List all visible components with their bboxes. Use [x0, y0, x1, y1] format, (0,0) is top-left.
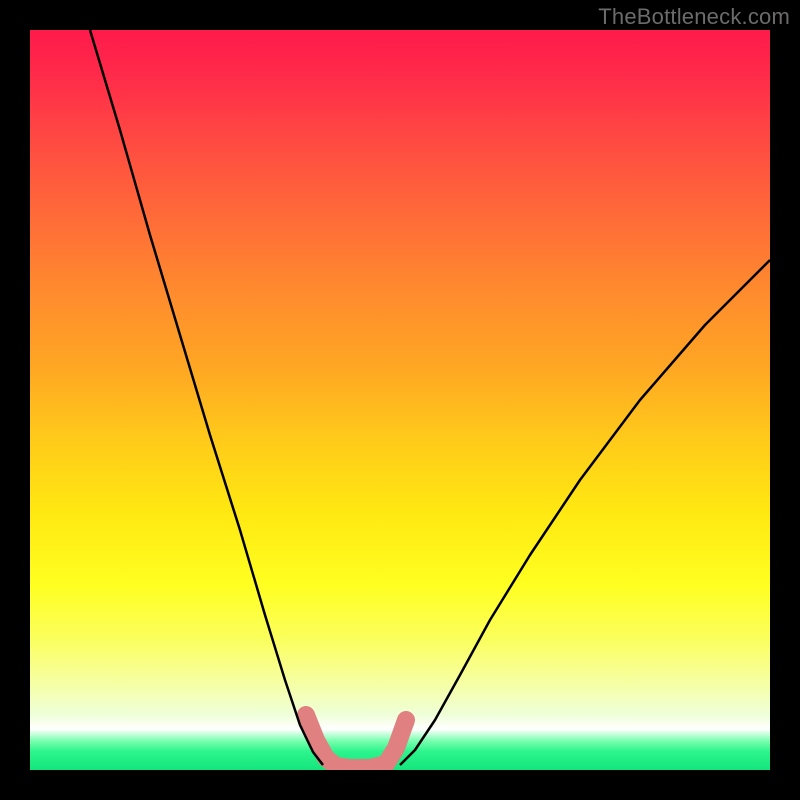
series-left-branch: [90, 30, 323, 765]
chart-frame: TheBottleneck.com: [0, 0, 800, 800]
curve-layer: [30, 30, 770, 770]
series-right-branch: [400, 260, 770, 765]
series-valley-highlight: [306, 715, 406, 768]
plot-area: [30, 30, 770, 770]
watermark-text: TheBottleneck.com: [598, 4, 790, 30]
